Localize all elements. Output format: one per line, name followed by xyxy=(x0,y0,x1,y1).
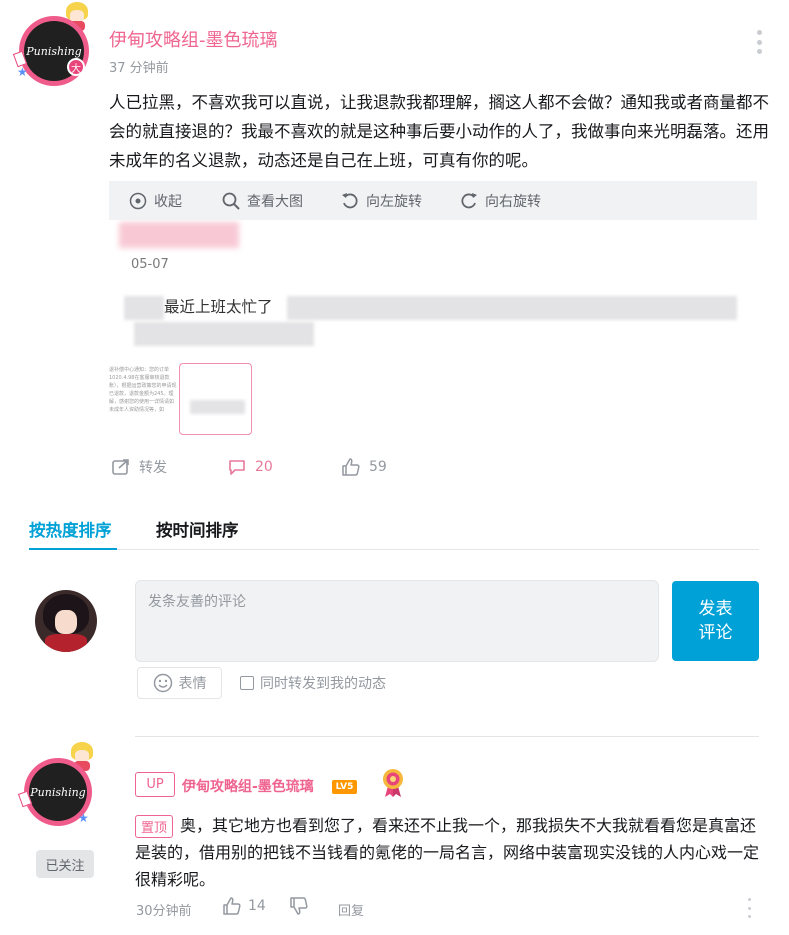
post-image[interactable]: 05-07 最近上班太忙了 xyxy=(109,220,757,357)
comment-more-icon[interactable] xyxy=(746,898,752,918)
comment-text: 奥，其它地方也看到您了，看来还不止我一个，那我损失不大我就看看您是真富还是装的，… xyxy=(135,816,760,889)
image-viewer: 收起 查看大图 向左旋转 向右旋转 05-07 最近上班太忙了 xyxy=(109,181,757,357)
comment-like-count: 14 xyxy=(248,898,266,914)
reply-count: 20 xyxy=(255,459,273,475)
image-date: 05-07 xyxy=(131,257,169,272)
emoji-icon xyxy=(153,673,172,693)
tab-active-underline xyxy=(29,548,117,550)
avatar-badge-text: 大 xyxy=(71,63,81,75)
like-button[interactable]: 59 xyxy=(341,457,387,477)
forward-button[interactable]: 转发 xyxy=(111,457,167,477)
thumbs-up-icon xyxy=(223,897,241,915)
emoji-button[interactable]: 表情 xyxy=(137,667,222,699)
view-large-button[interactable]: 查看大图 xyxy=(222,191,303,211)
tab-sort-hot[interactable]: 按热度排序 xyxy=(29,517,112,541)
forward-label: 转发 xyxy=(139,460,167,476)
comment-icon xyxy=(229,460,245,475)
blurred-region xyxy=(287,296,737,320)
image-text-line: 最近上班太忙了 xyxy=(164,298,273,316)
current-user-avatar[interactable] xyxy=(35,590,97,652)
avatar-text: Punishing xyxy=(26,44,82,58)
comment-author-name[interactable]: 伊甸攻略组-墨色琉璃 xyxy=(182,776,314,796)
comment-like-button[interactable]: 14 xyxy=(222,896,266,916)
avatar-star-icon: ★ xyxy=(78,811,89,825)
checkbox-box[interactable] xyxy=(240,676,254,690)
followed-badge[interactable]: 已关注 xyxy=(36,850,94,878)
rotate-right-button[interactable]: 向右旋转 xyxy=(460,191,541,211)
avatar-badge: 大 xyxy=(67,58,85,76)
view-large-label: 查看大图 xyxy=(247,193,303,210)
image-thumbnail[interactable]: 退补偿中心通知：您的订单1020.4.98在客服审核退款账），根据运营政策您的申… xyxy=(109,366,177,432)
reply-count-button[interactable]: 20 xyxy=(227,457,273,477)
level-badge: LV5 xyxy=(332,780,357,794)
post-author-avatar[interactable]: Punishing ★ 大 xyxy=(12,2,105,86)
comment-author-avatar[interactable]: Punishing ★ xyxy=(17,742,110,837)
repost-label: 同时转发到我的动态 xyxy=(260,676,386,692)
avatar-star-icon: ★ xyxy=(17,65,28,79)
avatar-text: Punishing xyxy=(30,785,86,799)
magnifier-icon xyxy=(222,192,240,210)
tab-divider xyxy=(29,549,759,550)
medal-icon xyxy=(383,769,403,797)
post-more-icon[interactable] xyxy=(754,30,764,54)
post-author-name[interactable]: 伊甸攻略组-墨色琉璃 xyxy=(109,26,278,52)
blurred-region xyxy=(190,400,245,414)
comment-time: 30分钟前 xyxy=(136,904,192,919)
up-badge: UP xyxy=(135,772,175,797)
pinned-badge: 置顶 xyxy=(135,815,173,838)
image-viewer-toolbar: 收起 查看大图 向左旋转 向右旋转 xyxy=(109,181,757,220)
rotate-left-icon xyxy=(342,192,358,208)
like-count: 59 xyxy=(369,459,387,475)
rotate-left-label: 向左旋转 xyxy=(366,193,422,210)
comment-input[interactable]: 发条友善的评论 xyxy=(135,580,659,662)
post-text: 人已拉黑，不喜欢我可以直说，让我退款我都理解，搁这人都不会做？通知我或者商量都不… xyxy=(109,93,769,170)
collapse-icon xyxy=(129,192,147,209)
rotate-right-icon xyxy=(461,192,477,208)
blurred-region xyxy=(124,296,164,320)
collapse-label: 收起 xyxy=(154,193,182,210)
thumbs-down-icon[interactable] xyxy=(289,896,309,916)
collapse-button[interactable]: 收起 xyxy=(129,191,182,211)
post-time: 37 分钟前 xyxy=(109,61,169,76)
image-thumbnail-selected[interactable] xyxy=(179,363,252,435)
blurred-region xyxy=(134,322,314,346)
tab-sort-time[interactable]: 按时间排序 xyxy=(156,517,239,541)
comment-reply-button[interactable]: 回复 xyxy=(338,900,364,919)
blurred-region xyxy=(119,222,239,248)
emoji-label: 表情 xyxy=(178,676,207,692)
thumbs-up-icon xyxy=(342,458,360,476)
rotate-left-button[interactable]: 向左旋转 xyxy=(341,191,422,211)
forward-icon xyxy=(112,459,129,475)
rotate-right-label: 向右旋转 xyxy=(485,193,541,210)
comment-placeholder: 发条友善的评论 xyxy=(148,594,246,610)
post-comment-button[interactable]: 发表评论 xyxy=(672,581,759,661)
repost-checkbox[interactable]: 同时转发到我的动态 xyxy=(240,673,386,693)
comments-divider xyxy=(135,736,759,737)
